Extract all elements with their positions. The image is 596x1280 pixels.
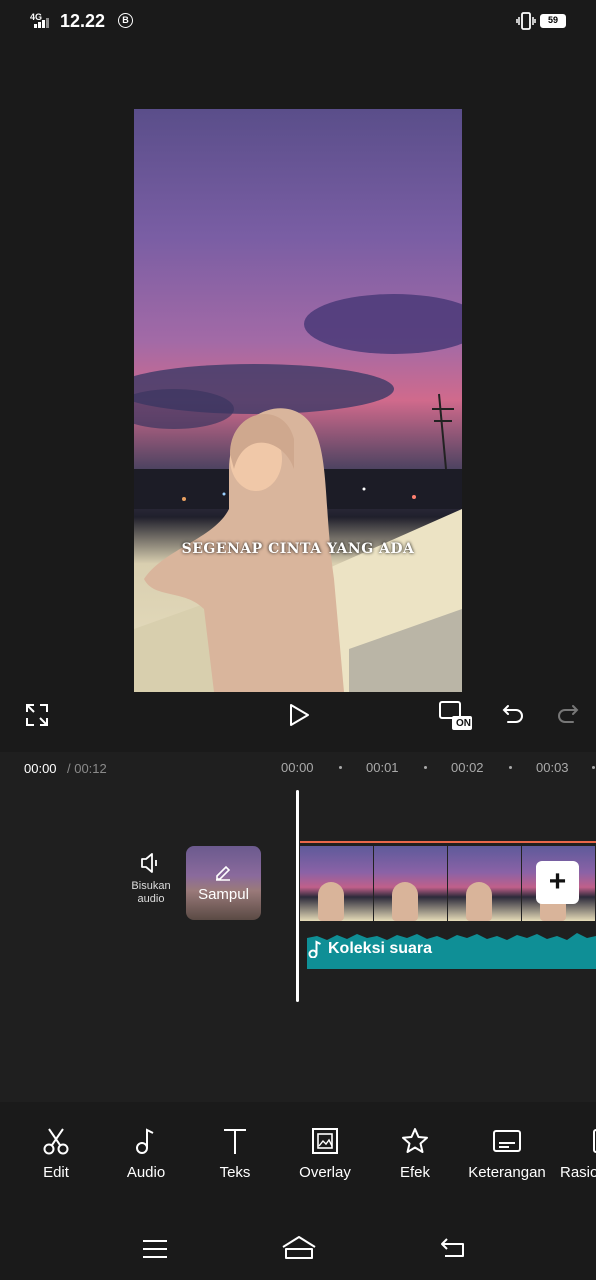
ruler-mark: 00:03 bbox=[536, 760, 569, 775]
timeline-panel[interactable]: 00:00 / 00:12 00:00 00:01 00:02 00:03 Bi… bbox=[0, 752, 596, 1102]
on-label: ON bbox=[456, 718, 471, 729]
ruler-mark: 00:01 bbox=[366, 760, 399, 775]
clip-frame bbox=[374, 846, 448, 921]
tool-label: Audio bbox=[126, 1164, 166, 1181]
status-bar: 4G 12.22 B 59 bbox=[0, 0, 596, 44]
tool-label: Edit bbox=[43, 1164, 69, 1181]
music-note-icon bbox=[308, 940, 321, 958]
current-time: 00:00 bbox=[24, 761, 57, 776]
system-navbar bbox=[0, 1220, 596, 1280]
clock: 12.22 bbox=[60, 11, 106, 31]
text-icon bbox=[224, 1129, 246, 1154]
ruler-dot bbox=[509, 766, 512, 769]
captions-icon bbox=[493, 1130, 521, 1152]
tool-label: Rasio bbox=[560, 1164, 596, 1181]
mirror-on-button[interactable]: ON bbox=[438, 700, 474, 732]
add-clip-button[interactable]: + bbox=[536, 861, 579, 904]
pencil-icon bbox=[216, 865, 231, 881]
clip-frame bbox=[448, 846, 522, 921]
ruler-dot bbox=[424, 766, 427, 769]
star-icon bbox=[402, 1128, 428, 1153]
ruler-dot bbox=[339, 766, 342, 769]
tool-effects[interactable]: Efek bbox=[385, 1126, 445, 1181]
mute-audio-label: Bisukan audio bbox=[131, 880, 171, 905]
clip-top-border bbox=[300, 841, 596, 843]
video-caption: SEGENAP CINTA YANG ADA bbox=[181, 541, 415, 557]
undo-button[interactable] bbox=[502, 703, 526, 727]
redo-icon bbox=[558, 705, 579, 723]
tool-label: Overlay bbox=[299, 1164, 351, 1181]
tool-captions[interactable]: Keterangan bbox=[464, 1126, 550, 1181]
preview-scene bbox=[134, 294, 462, 692]
redo-button[interactable] bbox=[555, 703, 579, 727]
tool-text[interactable]: Teks bbox=[205, 1126, 265, 1181]
cover-label: Sampul bbox=[198, 886, 249, 903]
fullscreen-button[interactable] bbox=[25, 703, 49, 727]
signal-icon bbox=[34, 16, 49, 28]
battery-icon: 59 bbox=[540, 14, 566, 28]
music-note-icon bbox=[136, 1128, 154, 1154]
back-icon[interactable] bbox=[439, 1237, 467, 1259]
vibrate-icon bbox=[516, 12, 536, 30]
tool-label: Keterangan bbox=[468, 1164, 546, 1181]
ratio-icon bbox=[593, 1129, 596, 1153]
tool-label: Teks bbox=[219, 1164, 251, 1181]
total-time: / 00:12 bbox=[67, 761, 107, 776]
undo-icon bbox=[502, 705, 523, 723]
video-preview[interactable]: SEGENAP CINTA YANG ADA bbox=[134, 109, 462, 692]
audio-track-label: Koleksi suara bbox=[308, 940, 432, 958]
tool-edit[interactable]: Edit bbox=[26, 1126, 86, 1181]
tool-ratio[interactable]: Rasio bbox=[560, 1126, 596, 1181]
tool-overlay[interactable]: Overlay bbox=[289, 1126, 361, 1181]
play-button[interactable] bbox=[287, 703, 311, 727]
menu-icon[interactable] bbox=[142, 1239, 168, 1259]
clip-frame bbox=[300, 846, 374, 921]
ruler-mark: 00:00 bbox=[281, 760, 314, 775]
playhead[interactable] bbox=[296, 790, 299, 1002]
cover-button[interactable]: Sampul bbox=[186, 846, 261, 920]
home-icon[interactable] bbox=[281, 1235, 317, 1261]
mute-audio-button[interactable]: Bisukan audio bbox=[124, 852, 178, 906]
tool-audio[interactable]: Audio bbox=[116, 1126, 176, 1181]
bottom-toolbar: Edit Audio Teks Overlay Efek Keterangan … bbox=[0, 1126, 596, 1196]
ruler-dot bbox=[592, 766, 595, 769]
fullscreen-icon bbox=[26, 704, 48, 726]
speaker-icon bbox=[141, 853, 157, 873]
notification-badge-icon: B bbox=[118, 13, 133, 28]
scissors-icon bbox=[43, 1128, 69, 1155]
tool-label: Efek bbox=[399, 1164, 430, 1181]
play-icon bbox=[290, 704, 309, 726]
ruler-mark: 00:02 bbox=[451, 760, 484, 775]
overlay-icon bbox=[312, 1128, 338, 1154]
